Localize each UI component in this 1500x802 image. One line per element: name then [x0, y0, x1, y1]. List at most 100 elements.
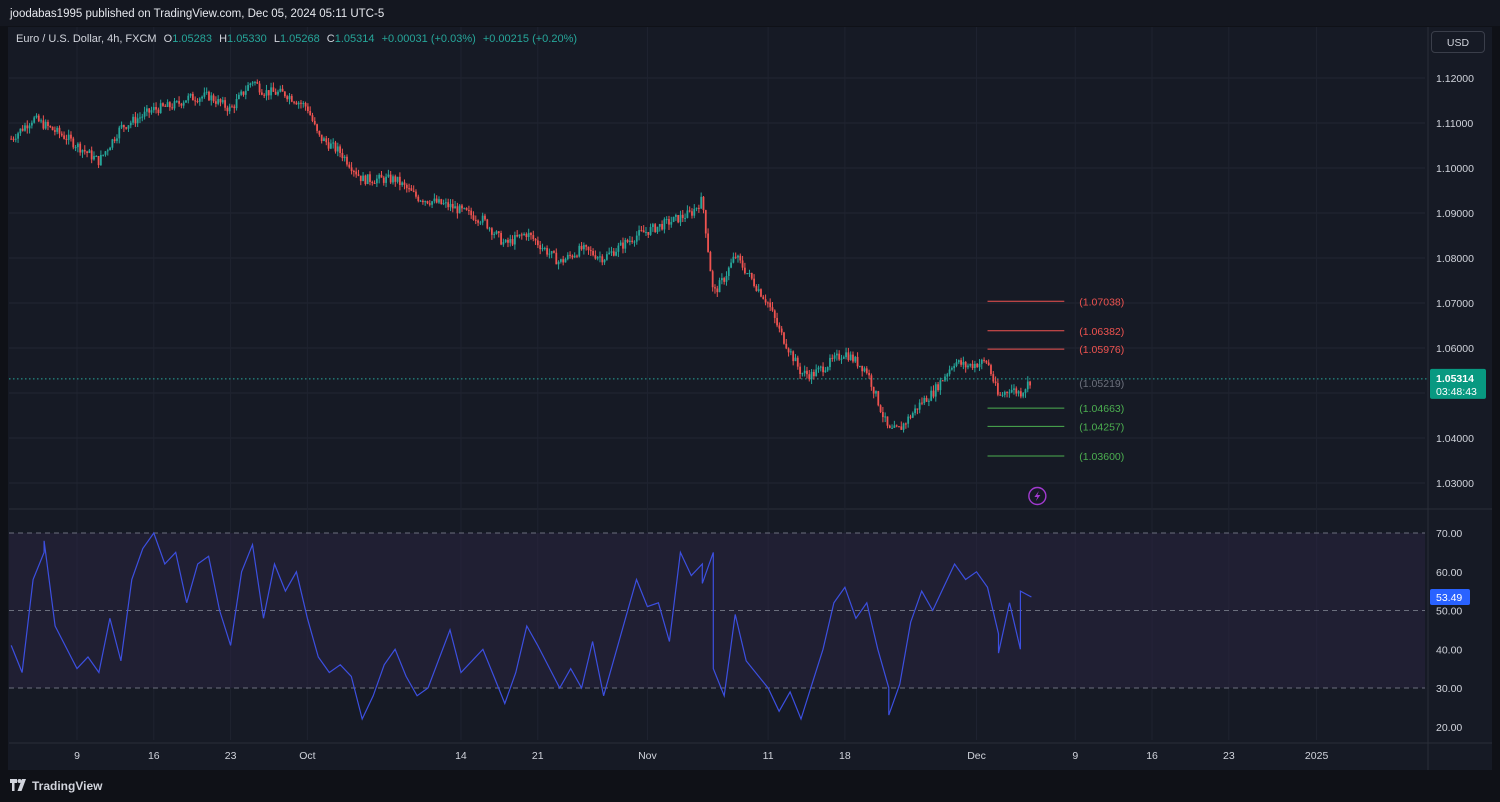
close-label: C — [326, 33, 335, 45]
candle-body — [872, 386, 875, 394]
candle-body — [983, 359, 985, 361]
candle-body — [419, 200, 422, 202]
currency-button[interactable]: USD — [1431, 31, 1485, 53]
candle-body — [191, 93, 194, 101]
candle-body — [976, 363, 979, 368]
candle-body — [488, 228, 491, 230]
candle-body — [909, 416, 912, 418]
candle-body — [861, 365, 864, 372]
candle-body — [481, 215, 484, 223]
candle-body — [941, 380, 944, 382]
candle-body — [348, 164, 351, 168]
high-value: 1.05330 — [227, 33, 267, 45]
candle-body — [739, 255, 742, 261]
candle-body — [1029, 381, 1031, 386]
candle-body — [875, 391, 877, 394]
candle-body — [424, 201, 427, 203]
candle-body — [111, 139, 114, 148]
candle-body — [822, 366, 824, 373]
candle-body — [863, 368, 866, 372]
candle-body — [484, 215, 486, 220]
candle-body — [711, 271, 714, 288]
candle-body — [456, 206, 459, 214]
candle-body — [799, 366, 801, 374]
candle-body — [707, 233, 709, 252]
candle-body — [580, 245, 583, 250]
candle-body — [852, 354, 854, 362]
candle-body — [893, 425, 896, 428]
candle-body — [311, 115, 314, 121]
candle-body — [693, 208, 696, 216]
candle-body — [615, 251, 617, 256]
candle-body — [1017, 391, 1020, 394]
candle-body — [258, 83, 261, 93]
open-label: O — [163, 33, 173, 45]
candle-body — [438, 199, 440, 203]
candle-body — [704, 210, 707, 234]
candle-body — [596, 257, 599, 259]
candle-body — [486, 219, 489, 229]
candle-body — [251, 82, 254, 84]
candle-body — [300, 102, 302, 104]
candle-body — [895, 425, 898, 427]
price-tick-label: 1.09000 — [1436, 208, 1474, 220]
tradingview-brand[interactable]: TradingView — [32, 779, 102, 793]
candle-body — [674, 215, 677, 217]
candle-body — [753, 278, 755, 287]
candle-body — [907, 416, 910, 424]
chart-canvas[interactable]: (1.07038) (1.06382) (1.05976) (1.05219) (1.0… — [0, 0, 1500, 802]
candle-body — [1001, 394, 1004, 396]
time-tick-label: Dec — [967, 750, 986, 762]
candle-body — [950, 368, 953, 370]
candle-body — [352, 171, 355, 173]
time-tick-label: Oct — [299, 750, 315, 762]
candle-body — [573, 255, 576, 258]
candle-body — [97, 156, 100, 166]
candle-body — [465, 207, 468, 211]
candle-body — [396, 176, 399, 182]
price-tick-label: 1.06000 — [1436, 343, 1474, 355]
candle-body — [203, 92, 206, 97]
time-tick-label: 9 — [1072, 750, 1078, 762]
candle-body — [792, 351, 795, 362]
candle-body — [325, 138, 328, 143]
candle-body — [212, 95, 215, 102]
candle-body — [24, 125, 26, 131]
rsi-tick-label: 60.00 — [1436, 567, 1462, 579]
candle-body — [555, 252, 558, 265]
candle-body — [444, 202, 447, 204]
candle-body — [732, 256, 735, 263]
candle-body — [1024, 389, 1027, 393]
candlesticks — [10, 79, 1031, 433]
candle-body — [840, 358, 843, 360]
candle-body — [608, 252, 611, 255]
candle-body — [37, 115, 40, 122]
candle-body — [725, 275, 728, 282]
candle-body — [948, 369, 951, 375]
candle-body — [672, 216, 675, 222]
time-axis: 9 16 23 Oct 14 21 Nov 11 18 Dec 9 16 23 2025 — [74, 750, 1328, 762]
candle-body — [104, 151, 107, 155]
candle-body — [304, 103, 307, 107]
candle-body — [336, 146, 339, 152]
candle-body — [122, 124, 125, 128]
candle-body — [26, 125, 29, 129]
candle-body — [734, 256, 737, 258]
candle-body — [688, 210, 691, 212]
symbol-name[interactable]: Euro / U.S. Dollar, 4h, FXCM — [16, 33, 157, 45]
candle-body — [1010, 389, 1013, 393]
candle-body — [56, 127, 59, 132]
candle-body — [553, 251, 555, 253]
candle-body — [525, 233, 528, 238]
candle-body — [870, 375, 873, 387]
candle-body — [518, 234, 521, 237]
candle-body — [327, 142, 330, 149]
footer-bar — [0, 772, 1500, 802]
candle-body — [127, 125, 130, 129]
tradingview-logo-icon[interactable] — [10, 779, 28, 791]
candle-body — [511, 239, 514, 245]
candle-body — [171, 107, 174, 109]
candle-body — [228, 106, 231, 112]
candle-body — [730, 262, 732, 268]
candle-body — [226, 107, 229, 112]
